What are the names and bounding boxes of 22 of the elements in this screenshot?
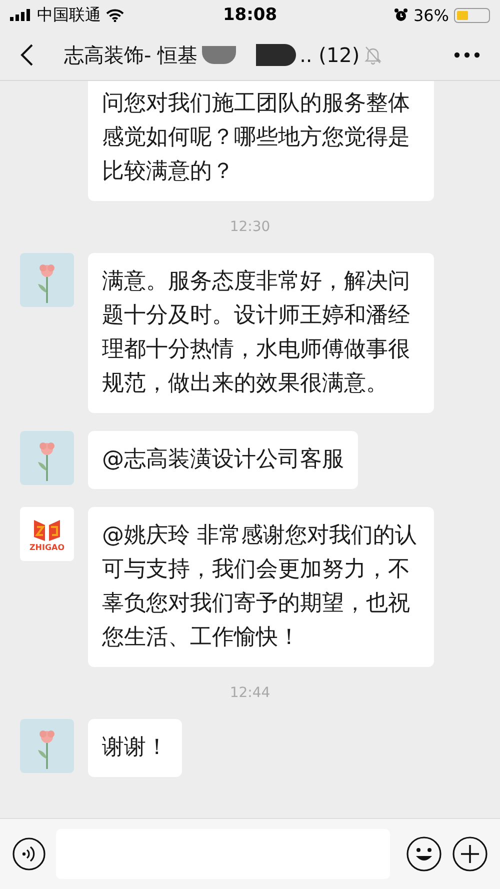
alarm-clock-icon — [394, 8, 408, 22]
message-time: 12:30 — [230, 219, 270, 235]
member-count: .. (12) — [300, 43, 360, 67]
message-bubble: 满意。服务态度非常好，解决问题十分及时。设计师王婷和潘经理都十分热情，水电师傅做事很规范，做出来的效果很满意。 — [88, 253, 434, 413]
signal-icon — [10, 9, 32, 21]
more-icon[interactable] — [454, 52, 480, 58]
message-bubble: 谢谢！ — [88, 719, 182, 777]
battery-percent: 36% — [413, 6, 449, 24]
chat-title: 志高装饰- 恒基 — [64, 42, 198, 68]
message-bubble: @志高装潢设计公司客服 — [88, 431, 358, 489]
message-bubble: @姚庆玲 非常感谢您对我们的认可与支持，我们会更加努力，不辜负您对我们寄予的期望，也祝您生活、工作愉快！ — [88, 507, 434, 667]
wifi-icon — [106, 8, 124, 22]
back-icon[interactable] — [20, 43, 34, 67]
carrier-name: 中国联通 — [37, 4, 101, 26]
battery-icon — [454, 8, 490, 22]
company-logo-avatar[interactable]: ZHIGAO — [20, 507, 74, 561]
plus-icon[interactable] — [452, 836, 488, 872]
message-time: 12:44 — [230, 685, 270, 701]
emoji-icon[interactable] — [406, 836, 442, 872]
voice-icon[interactable] — [12, 837, 46, 871]
status-time: 18:08 — [222, 5, 278, 25]
message-bubble: 问您对我们施工团队的服务整体感觉如何呢？哪些地方您觉得是比较满意的？ — [88, 81, 434, 201]
